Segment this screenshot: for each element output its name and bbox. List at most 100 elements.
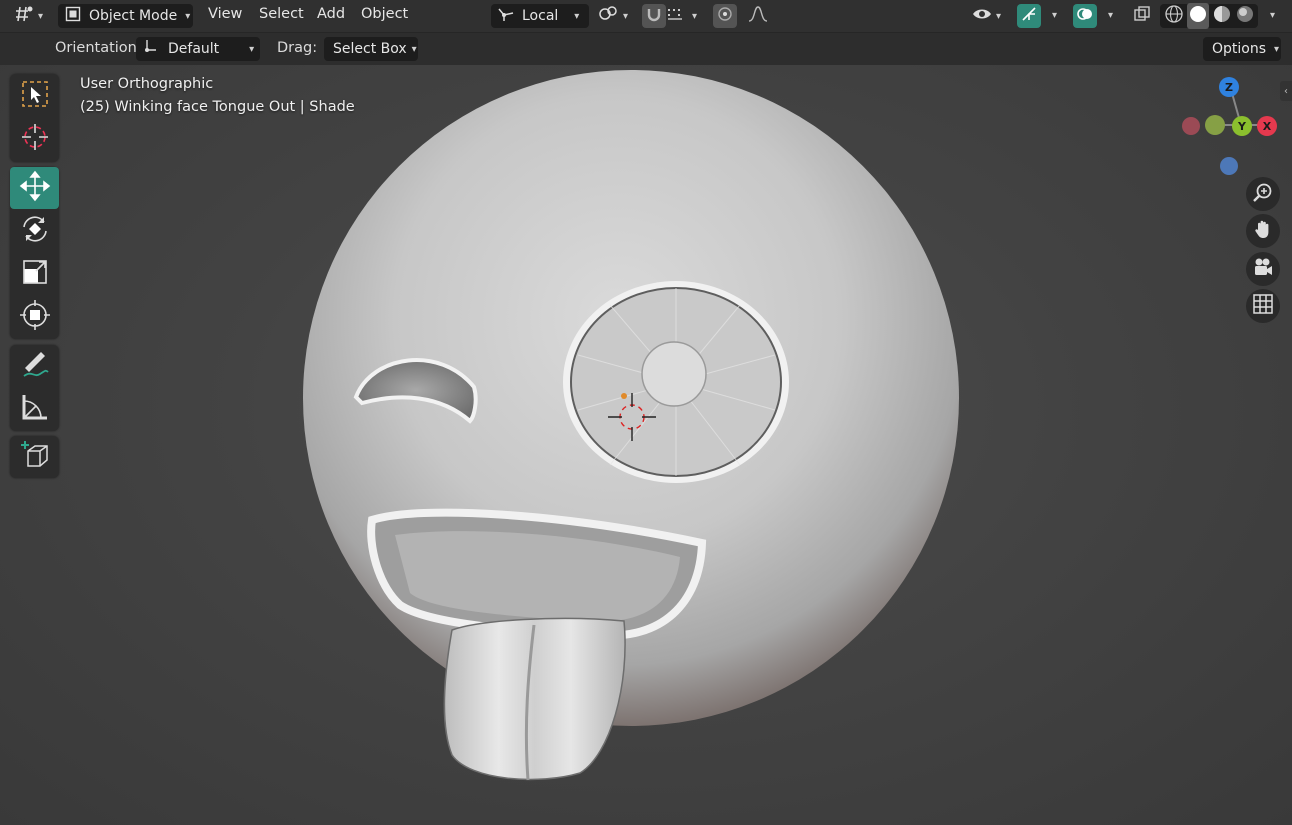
snap-target-dropdown[interactable]: ▾ [666, 4, 706, 28]
solid-shading-icon[interactable] [1187, 3, 1209, 29]
visibility-dropdown[interactable]: ▾ [972, 4, 1012, 28]
rotate-tool[interactable] [10, 210, 59, 252]
camera-icon [1252, 256, 1274, 282]
gizmo-neg-z-axis[interactable] [1220, 157, 1238, 175]
overlays-toggle[interactable] [1073, 4, 1097, 28]
orientation-axes-icon [496, 5, 516, 27]
menu-view[interactable]: View [208, 6, 242, 22]
orientation-label: Orientation: [55, 40, 142, 56]
gizmo-y-label: Y [1238, 119, 1246, 133]
object-origin [621, 393, 627, 399]
chevron-down-icon: ▾ [38, 10, 44, 22]
chevron-down-icon: ▾ [1274, 43, 1280, 55]
annotate-pencil-icon [19, 348, 51, 384]
rendered-shading-icon[interactable] [1234, 4, 1256, 28]
rotate-icon [19, 213, 51, 249]
editor-type-dropdown[interactable]: ▾ [12, 4, 50, 28]
gizmo-neg-x-axis[interactable] [1182, 117, 1200, 135]
add-cube-icon [19, 439, 51, 475]
camera-view-button[interactable] [1246, 252, 1280, 286]
move-tool[interactable] [10, 167, 59, 209]
chevron-down-icon: ▾ [411, 43, 417, 55]
mode-dropdown[interactable]: Object Mode ▾ [58, 4, 193, 28]
move-icon [19, 170, 51, 206]
magnet-icon [645, 5, 663, 27]
shading-mode-group [1160, 3, 1258, 29]
editor-type-icon [12, 5, 34, 27]
chevron-left-icon: ‹ [1284, 85, 1288, 97]
select-box-icon [20, 79, 50, 113]
snap-increment-icon [666, 5, 688, 27]
gizmo-x-axis[interactable]: X [1257, 116, 1277, 136]
chevron-down-icon: ▾ [996, 10, 1002, 22]
gizmo-z-label: Z [1225, 80, 1233, 94]
falloff-dropdown[interactable] [739, 4, 777, 28]
wireframe-shading-icon[interactable] [1163, 4, 1185, 28]
orientation-axes-icon [142, 38, 158, 60]
proportional-edit-icon [717, 6, 733, 26]
gizmo-toggle[interactable] [1017, 4, 1041, 28]
chevron-down-icon: ▾ [185, 10, 191, 22]
menu-select[interactable]: Select [259, 6, 304, 22]
chevron-down-icon[interactable]: ▾ [1108, 10, 1113, 21]
gizmo-neg-y-axis[interactable] [1205, 115, 1225, 135]
gizmo-x-label: X [1262, 119, 1272, 133]
snap-toggle[interactable] [642, 4, 666, 28]
gizmo-icon [1020, 5, 1038, 27]
zoom-icon [1252, 181, 1274, 207]
scale-tool[interactable] [10, 253, 59, 295]
object-mode-icon [64, 5, 82, 27]
toolbar-group-add [10, 436, 59, 478]
emoji-model [303, 70, 959, 781]
gizmo-y-axis[interactable]: Y [1232, 116, 1252, 136]
drag-label: Drag: [277, 40, 318, 56]
orientation-value: Default [168, 41, 220, 57]
chevron-down-icon: ▾ [249, 43, 255, 55]
toolbar-group-transform [10, 167, 59, 339]
chevron-down-icon[interactable]: ▾ [1052, 10, 1057, 21]
cursor-icon [20, 122, 50, 156]
select-box-tool[interactable] [10, 75, 59, 117]
grid-icon [1252, 293, 1274, 319]
menu-object[interactable]: Object [361, 6, 408, 22]
toolbar-group-select [10, 74, 59, 162]
zoom-button[interactable] [1246, 177, 1280, 211]
menu-add[interactable]: Add [317, 6, 345, 22]
overlays-icon [1076, 5, 1094, 27]
annotate-tool[interactable] [10, 345, 59, 387]
hand-icon [1252, 218, 1274, 244]
measure-ruler-icon [19, 391, 51, 427]
material-shading-icon[interactable] [1211, 4, 1233, 28]
xray-toggle[interactable] [1130, 4, 1154, 28]
chevron-down-icon: ▾ [623, 10, 629, 22]
orientation-dropdown[interactable]: Default ▾ [136, 37, 260, 61]
perspective-toggle-button[interactable] [1246, 289, 1280, 323]
proportional-edit-toggle[interactable] [713, 4, 737, 28]
tongue [443, 617, 626, 781]
chevron-down-icon: ▾ [574, 10, 580, 22]
3d-viewport[interactable]: User Orthographic (25) Winking face Tong… [0, 65, 1292, 825]
pivot-point-dropdown[interactable]: ▾ [597, 4, 635, 28]
gizmo-z-axis[interactable]: Z [1219, 77, 1239, 97]
toolbar-group-annotate [10, 345, 59, 431]
chevron-down-icon: ▾ [692, 10, 698, 22]
add-cube-tool[interactable] [10, 436, 59, 478]
object-info-label: (25) Winking face Tongue Out | Shade [80, 99, 355, 115]
view-name-label: User Orthographic [80, 76, 214, 92]
options-dropdown[interactable]: Options ▾ [1203, 37, 1281, 61]
transform-tool[interactable] [10, 296, 59, 338]
sidebar-toggle[interactable]: ‹ [1280, 81, 1292, 101]
pupil [641, 341, 707, 407]
pivot-icon [597, 5, 619, 27]
xray-icon [1133, 5, 1151, 27]
pan-button[interactable] [1246, 214, 1280, 248]
navigation-gizmo[interactable]: Z Y X [1176, 75, 1286, 185]
mode-label: Object Mode [89, 8, 178, 24]
drag-dropdown[interactable]: Select Box ▾ [324, 37, 418, 61]
chevron-down-icon[interactable]: ▾ [1270, 10, 1275, 21]
cursor-tool[interactable] [10, 118, 59, 160]
scale-icon [19, 256, 51, 292]
tool-settings-bar: Orientation: Default ▾ Drag: Select Box … [0, 33, 1292, 65]
transform-orientation-dropdown[interactable]: Local ▾ [491, 4, 589, 28]
measure-tool[interactable] [10, 388, 59, 430]
